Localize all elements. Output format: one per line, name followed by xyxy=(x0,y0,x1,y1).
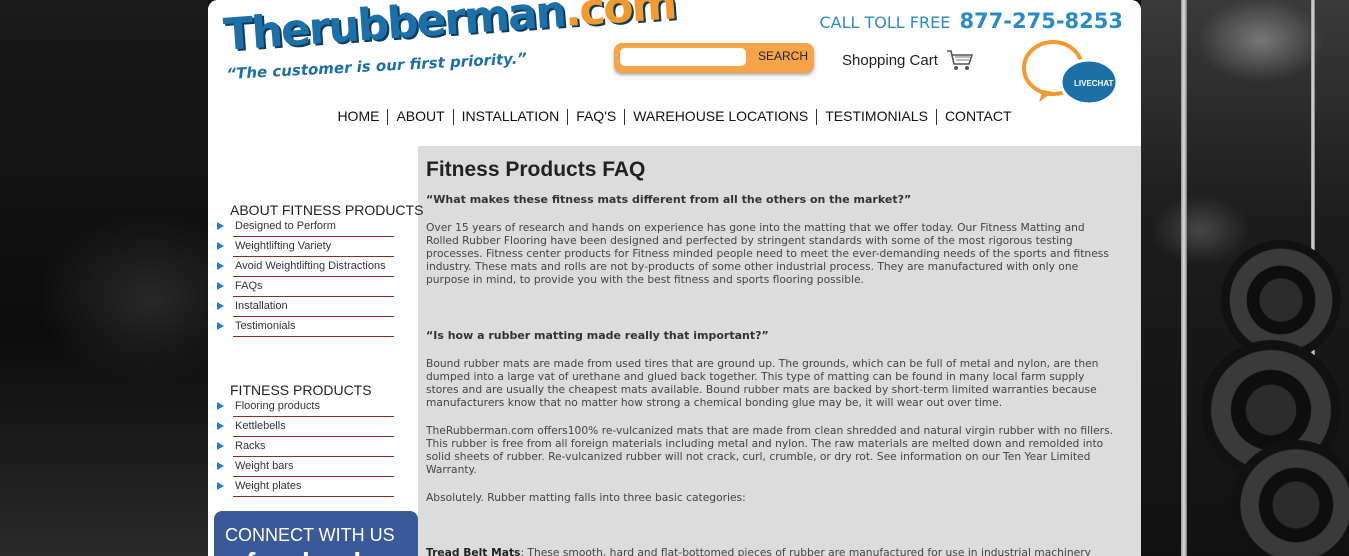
faq-answer: TheRubberman.com offers100% re-vulcanize… xyxy=(426,424,1114,476)
sidebar-item-label: Flooring products xyxy=(235,400,320,412)
page-title: Fitness Products FAQ xyxy=(426,158,646,181)
sidebar-item[interactable]: FAQs xyxy=(217,277,394,297)
arrow-right-icon xyxy=(217,322,224,330)
nav-warehouse-locations[interactable]: WAREHOUSE LOCATIONS xyxy=(625,108,816,124)
sidebar-item-label: Designed to Perform xyxy=(235,220,336,232)
sidebar-item[interactable]: Avoid Weightlifting Distractions xyxy=(217,257,394,277)
faq-answer: Absolutely. Rubber matting falls into th… xyxy=(426,491,746,504)
shopping-cart-label: Shopping Cart xyxy=(842,51,938,69)
sidebar-item[interactable]: Flooring products xyxy=(217,397,394,417)
logo-name: Therubberman.com xyxy=(222,0,677,61)
page-panel: Therubberman.com “The customer is our fi… xyxy=(208,0,1141,556)
sidebar-item[interactable]: Testimonials xyxy=(217,317,394,337)
search-box: SEARCH xyxy=(614,43,814,73)
main-nav: HOME ABOUT INSTALLATION FAQ'S WAREHOUSE LOCA… xyxy=(208,108,1141,126)
nav-home[interactable]: HOME xyxy=(329,108,387,124)
sidebar-item-label: Weight bars xyxy=(235,460,294,472)
shopping-cart-link[interactable]: Shopping Cart xyxy=(842,49,974,71)
chat-bubble-icon: LIVECHAT xyxy=(1022,40,1119,106)
arrow-right-icon xyxy=(217,302,224,310)
nav-testimonials[interactable]: TESTIMONIALS xyxy=(817,108,936,124)
content-area: ABOUT FITNESS PRODUCTS Designed to Perfo… xyxy=(208,146,1141,556)
sidebar-item-label: Weightlifting Variety xyxy=(235,240,332,252)
faq-question: “What makes these fitness mats different… xyxy=(426,193,912,206)
arrow-right-icon xyxy=(217,482,224,490)
shopping-cart-icon xyxy=(946,50,974,70)
facebook-logo: facebook xyxy=(246,547,369,556)
faq-answer: Bound rubber mats are made from used tir… xyxy=(426,357,1099,409)
arrow-right-icon xyxy=(217,262,224,270)
sidebar-item[interactable]: Designed to Perform xyxy=(217,217,394,237)
sidebar-item[interactable]: Racks xyxy=(217,437,394,457)
arrow-right-icon xyxy=(217,462,224,470)
sidebar-item-label: Kettlebells xyxy=(235,420,286,432)
livechat-label: LIVECHAT xyxy=(1074,79,1114,88)
sidebar-item-label: Avoid Weightlifting Distractions xyxy=(235,260,386,272)
connect-label: CONNECT WITH US xyxy=(225,525,395,545)
main-content: Fitness Products FAQ “What makes these f… xyxy=(426,146,1126,556)
logo-name-part: The xyxy=(222,4,311,61)
toll-free-phone: CALL TOLL FREE 877-275-8253 xyxy=(819,9,1123,33)
phone-number[interactable]: 877-275-8253 xyxy=(959,9,1123,33)
faq-answer: Tread Belt Mats: These smooth, hard and … xyxy=(426,546,1116,556)
sidebar-item[interactable]: Kettlebells xyxy=(217,417,394,437)
nav-faqs[interactable]: FAQ'S xyxy=(568,108,624,124)
nav-installation[interactable]: INSTALLATION xyxy=(454,108,568,124)
arrow-right-icon xyxy=(217,422,224,430)
sidebar-item-label: Weight plates xyxy=(235,480,302,492)
background-left xyxy=(0,0,208,556)
faq-question: “Is how a rubber matting made really tha… xyxy=(426,329,769,342)
nav-contact[interactable]: CONTACT xyxy=(937,108,1020,124)
sidebar-item-label: Testimonials xyxy=(235,320,296,332)
sidebar-list-products: Flooring products Kettlebells Racks Weig… xyxy=(214,397,394,497)
logo-name-part: .com xyxy=(562,0,677,38)
arrow-right-icon xyxy=(217,282,224,290)
sidebar-item-label: FAQs xyxy=(235,280,263,292)
background-right xyxy=(1141,0,1349,556)
sidebar-list-about: Designed to Perform Weightlifting Variet… xyxy=(214,217,394,337)
arrow-right-icon xyxy=(217,242,224,250)
sidebar-heading-about: ABOUT FITNESS PRODUCTS xyxy=(230,202,424,218)
faq-answer: Over 15 years of research and hands on e… xyxy=(426,221,1109,286)
arrow-right-icon xyxy=(217,442,224,450)
phone-label: CALL TOLL FREE xyxy=(819,13,951,32)
sidebar-item[interactable]: Weight bars xyxy=(217,457,394,477)
site-logo[interactable]: Therubberman.com “The customer is our fi… xyxy=(222,0,677,100)
sidebar-item-label: Installation xyxy=(235,300,288,312)
arrow-right-icon xyxy=(217,222,224,230)
sidebar-item-label: Racks xyxy=(235,440,266,452)
arrow-right-icon xyxy=(217,402,224,410)
sidebar-item[interactable]: Weight plates xyxy=(217,477,394,497)
faq-term: Tread Belt Mats xyxy=(426,546,521,556)
sidebar-item[interactable]: Installation xyxy=(217,297,394,317)
header: Therubberman.com “The customer is our fi… xyxy=(208,0,1141,146)
nav-about[interactable]: ABOUT xyxy=(388,108,452,124)
search-button[interactable]: SEARCH xyxy=(758,49,808,63)
facebook-connect-banner[interactable]: CONNECT WITH US facebook xyxy=(214,511,418,556)
livechat-button[interactable]: LIVECHAT xyxy=(1021,38,1121,108)
search-input[interactable] xyxy=(620,48,746,66)
sidebar-heading-products: FITNESS PRODUCTS xyxy=(230,382,372,398)
logo-name-part: rubberman xyxy=(306,0,567,55)
sidebar-item[interactable]: Weightlifting Variety xyxy=(217,237,394,257)
sidebar: ABOUT FITNESS PRODUCTS Designed to Perfo… xyxy=(208,146,423,556)
faq-answer-text: : These smooth, hard and flat-bottomed p… xyxy=(520,546,1091,556)
